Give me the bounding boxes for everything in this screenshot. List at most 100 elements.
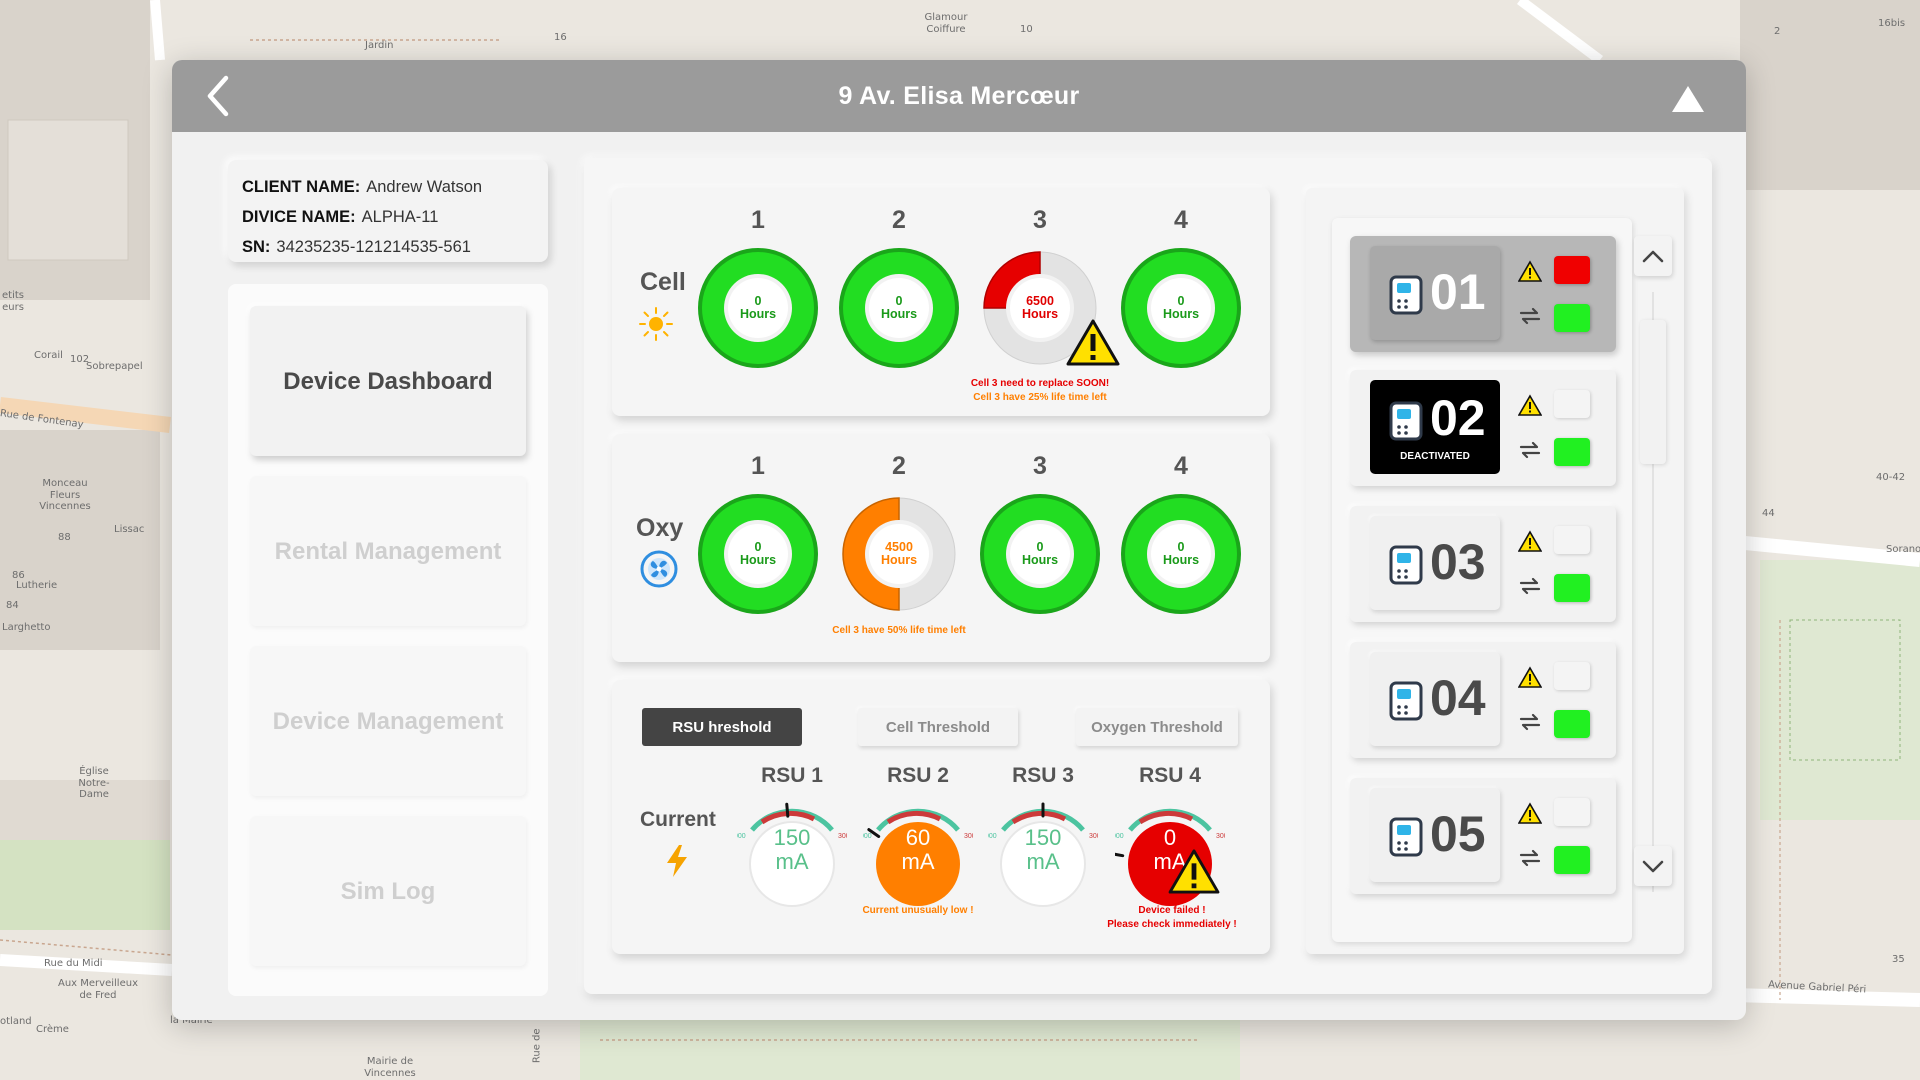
nav-device-dashboard[interactable]: Device Dashboard [250,306,526,456]
swap-arrows-icon[interactable] [1518,440,1542,460]
oxy-3-number: 3 [1033,452,1047,480]
device-name-row: DIVICE NAME: ALPHA-11 [242,202,534,232]
map-label: etits eurs [2,290,24,313]
status-indicator-connection [1554,574,1590,602]
rsu-4-warning-text: Device failed ! Please check immediately … [1107,905,1237,930]
oxy-section: Oxy 1 2 3 4 0 Hours 4500 Hours 0 Hours 0 Hou… [612,434,1270,662]
device-list-panel: 01 02 DEACTIVATED 03 04 05 [1332,218,1632,942]
svg-text:300: 300 [838,833,847,840]
status-indicator-connection [1554,304,1590,332]
collapse-triangle-icon[interactable] [1670,84,1706,114]
map-label: Rue du Midi [44,958,103,969]
map-label: Crème [36,1024,69,1035]
map-label: Aux Merveilleux de Fred [58,978,138,1001]
map-label: 86 [12,570,25,581]
device-number: 02 [1430,390,1486,446]
tab-cell-threshold[interactable]: Cell Threshold [858,708,1018,746]
oxy-2-value: 4500 Hours [880,540,918,567]
map-label: Larghetto [2,622,51,633]
cell-1-value: 0 Hours [739,294,777,321]
chevron-up-icon [1642,250,1664,263]
cell-1-number: 1 [751,206,765,234]
swap-arrows-icon[interactable] [1518,712,1542,732]
map-label: Sobrepapel [86,361,143,372]
device-number: 03 [1430,534,1486,590]
threshold-section: RSU hreshold Cell Threshold Oxygen Thres… [612,680,1270,954]
map-label: Sorano [1886,544,1920,555]
svg-text:300: 300 [1216,833,1225,840]
serial-number-value: 34235235-121214535-561 [276,238,471,256]
tab-oxygen-threshold[interactable]: Oxygen Threshold [1076,708,1238,746]
map-label: 35 [1892,954,1905,965]
device-badge: 03 [1370,516,1500,610]
warning-icon [1518,530,1542,552]
map-label: 88 [58,532,71,543]
map-label: Église Notre-Dame [78,766,110,800]
svg-text:000: 000 [863,833,872,840]
sun-icon [639,307,673,341]
nav-device-management[interactable]: Device Management [250,646,526,796]
rsu-2-warning-text: Current unusually low ! [862,905,974,916]
svg-text:000: 000 [988,833,997,840]
map-label: Lutherie [16,580,58,591]
client-name-label: CLIENT NAME: [242,178,361,196]
device-number: 04 [1430,670,1486,726]
nav-sim-log[interactable]: Sim Log [250,816,526,966]
cell-2-number: 2 [892,206,906,234]
map-label: Monceau Fleurs Vincennes [39,478,91,512]
map-label: Glamour Coiffure [924,12,968,35]
page-title: 9 Av. Elisa Mercœur [838,82,1080,110]
warning-icon [1518,260,1542,282]
fan-icon [640,550,678,588]
map-label: Mairie de Vincennes [364,1056,416,1079]
oxy-1-value: 0 Hours [739,540,777,567]
scroll-down-button[interactable] [1634,846,1672,886]
status-indicator-alarm [1554,798,1590,826]
cell-3-number: 3 [1033,206,1047,234]
rsu-2-name: RSU 2 [887,764,949,787]
map-label: 16 [554,32,567,43]
rsu-1-name: RSU 1 [761,764,823,787]
nav-rental-management[interactable]: Rental Management [250,476,526,626]
lightning-icon [667,845,687,877]
device-icon [1389,681,1423,721]
oxy-section-label: Oxy [636,514,684,542]
cell-2-value: 0 Hours [880,294,918,321]
swap-arrows-icon[interactable] [1518,576,1542,596]
device-badge: 04 [1370,652,1500,746]
device-card-05[interactable]: 05 [1350,778,1616,894]
client-info-card: CLIENT NAME: Andrew Watson DIVICE NAME: AL… [228,160,548,262]
tab-rsu-threshold[interactable]: RSU hreshold [642,708,802,746]
oxy-4-number: 4 [1174,452,1188,480]
device-icon [1389,545,1423,585]
status-indicator-connection [1554,846,1590,874]
device-badge: 02 DEACTIVATED [1370,380,1500,474]
device-card-04[interactable]: 04 [1350,642,1616,758]
warning-triangle-icon [1066,319,1120,366]
cell-warning-text: Cell 3 need to replace SOON! Cell 3 have … [970,378,1110,403]
device-card-01[interactable]: 01 [1350,236,1616,352]
device-badge: 05 [1370,788,1500,882]
status-indicator-connection [1554,710,1590,738]
scroll-thumb[interactable] [1640,320,1666,464]
oxy-4-value: 0 Hours [1162,540,1200,567]
svg-text:300: 300 [964,833,973,840]
device-status-text: DEACTIVATED [1400,451,1470,462]
device-number: 05 [1430,806,1486,862]
status-indicator-alarm [1554,390,1590,418]
map-label: 16bis [1878,18,1906,29]
rsu-4-name: RSU 4 [1139,764,1201,787]
map-label: Jardin [365,40,394,51]
swap-arrows-icon[interactable] [1518,306,1542,326]
scroll-up-button[interactable] [1634,236,1672,276]
device-card-02[interactable]: 02 DEACTIVATED [1350,370,1616,486]
current-row-label: Current [640,808,716,831]
device-number: 01 [1430,264,1486,320]
map-label: 84 [6,600,19,611]
serial-number-label: SN: [242,238,271,256]
status-indicator-alarm [1554,256,1590,284]
swap-arrows-icon[interactable] [1518,848,1542,868]
map-label: 44 [1762,508,1775,519]
device-card-03[interactable]: 03 [1350,506,1616,622]
client-name-value: Andrew Watson [366,178,483,196]
